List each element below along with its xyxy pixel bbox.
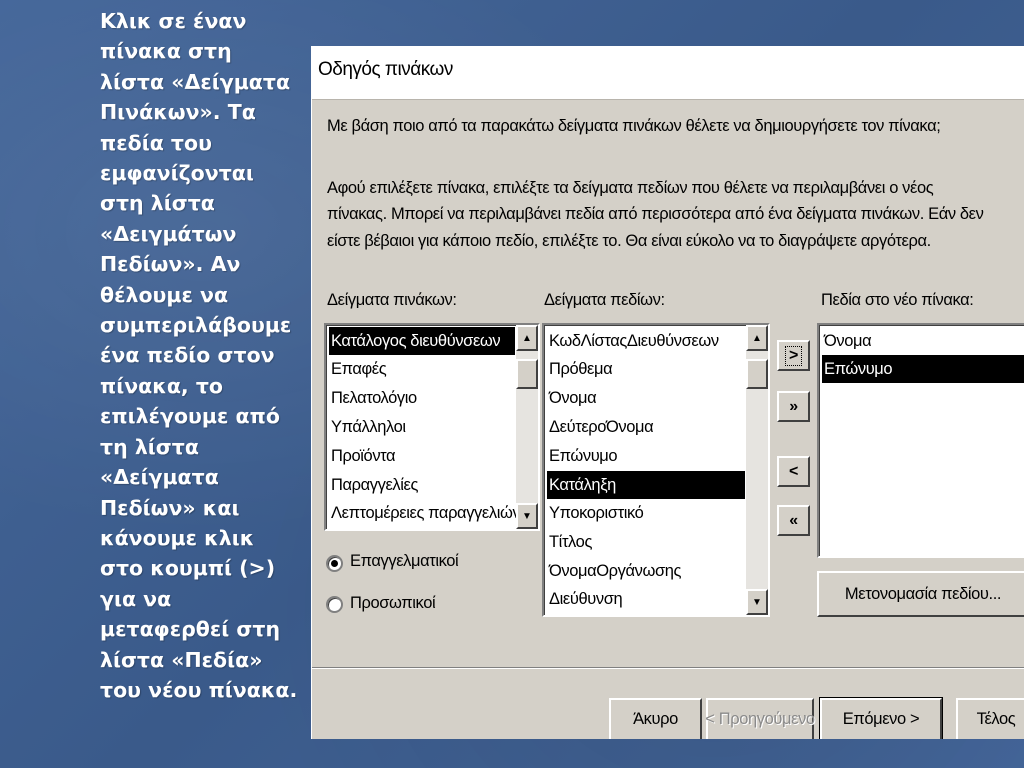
new-table-fields-label: Πεδία στο νέο πίνακα: bbox=[821, 291, 974, 309]
personal-radio-label[interactable]: Προσωπικοί bbox=[350, 594, 436, 613]
list-item[interactable]: Επαφές bbox=[329, 355, 387, 383]
scroll-thumb[interactable] bbox=[746, 359, 768, 389]
scroll-down-icon[interactable]: ▼ bbox=[746, 589, 768, 615]
add-field-label: > bbox=[785, 345, 802, 366]
sample-tables-label: Δείγματα πινάκων: bbox=[327, 291, 457, 309]
scroll-up-icon[interactable]: ▲ bbox=[516, 325, 538, 351]
list-item[interactable]: Τίτλος bbox=[547, 528, 592, 556]
scroll-thumb[interactable] bbox=[516, 359, 538, 389]
list-item[interactable]: Όνομα bbox=[547, 384, 597, 412]
scroll-down-icon[interactable]: ▼ bbox=[516, 503, 538, 529]
list-item[interactable]: Υποκοριστικό bbox=[547, 499, 644, 527]
business-radio[interactable] bbox=[326, 555, 343, 572]
add-all-fields-button[interactable]: » bbox=[777, 391, 810, 422]
scroll-up-icon[interactable]: ▲ bbox=[746, 325, 768, 351]
sample-tables-scrollbar[interactable]: ▲ ▼ bbox=[516, 325, 538, 529]
list-item[interactable]: Κατάλογος διευθύνσεων bbox=[329, 327, 515, 355]
list-item[interactable]: Προϊόντα bbox=[329, 442, 396, 470]
list-item[interactable]: Κατάληξη bbox=[547, 471, 745, 499]
list-item[interactable]: ΔεύτεροΌνομα bbox=[547, 413, 654, 441]
list-item[interactable]: Επώνυμο bbox=[822, 355, 1024, 383]
table-wizard-dialog: Οδηγός πινάκων Με βάση ποιο από τα παρακ… bbox=[311, 46, 1024, 739]
rename-field-button[interactable]: Μετονομασία πεδίου... bbox=[817, 571, 1024, 617]
list-item[interactable]: Λεπτομέρειες παραγγελιών bbox=[329, 499, 521, 527]
list-item[interactable]: Παραγγελίες bbox=[329, 471, 418, 499]
dialog-title-bar: Οδηγός πινάκων bbox=[312, 47, 1024, 100]
instruction-line-3: είστε βέβαιοι για κάποιο πεδίο, επιλέξτε… bbox=[327, 232, 931, 250]
instruction-line-2: πίνακας. Μπορεί να περιλαμβάνει πεδία απ… bbox=[327, 205, 984, 223]
list-item[interactable]: ΌνομαΟργάνωσης bbox=[547, 557, 682, 585]
new-table-fields-list[interactable]: Όνομα Επώνυμο bbox=[817, 323, 1024, 558]
list-item[interactable]: Υπάλληλοι bbox=[329, 413, 406, 441]
dialog-title: Οδηγός πινάκων bbox=[318, 59, 453, 80]
instruction-line-1: Αφού επιλέξετε πίνακα, επιλέξτε τα δείγμ… bbox=[327, 179, 934, 197]
remove-field-button[interactable]: < bbox=[777, 456, 810, 487]
list-item[interactable]: Πρόθεμα bbox=[547, 355, 613, 383]
business-radio-label[interactable]: Επαγγελματικοί bbox=[350, 552, 459, 571]
sample-fields-scrollbar[interactable]: ▲ ▼ bbox=[746, 325, 768, 615]
list-item[interactable]: Διεύθυνση bbox=[547, 585, 623, 613]
remove-all-fields-button[interactable]: « bbox=[777, 505, 810, 536]
radio-selected-dot bbox=[331, 560, 338, 567]
sample-tables-list[interactable]: Κατάλογος διευθύνσεων Επαφές Πελατολόγιο… bbox=[324, 323, 540, 531]
slide-instruction-text: Κλικ σε έναν πίνακα στη λίστα «Δείγματα … bbox=[100, 9, 298, 702]
add-field-button[interactable]: > bbox=[777, 340, 810, 371]
sample-fields-list[interactable]: ΚωδΛίσταςΔιευθύνσεων Πρόθεμα Όνομα Δεύτε… bbox=[542, 323, 770, 617]
list-item[interactable]: ΚωδΛίσταςΔιευθύνσεων bbox=[547, 327, 719, 355]
list-item[interactable]: Επώνυμο bbox=[547, 442, 618, 470]
next-button[interactable]: Επόμενο > bbox=[819, 697, 943, 739]
back-button[interactable]: < Προηγούμενο bbox=[705, 698, 815, 739]
list-item[interactable]: Όνομα bbox=[822, 327, 872, 355]
list-item[interactable]: Πελατολόγιο bbox=[329, 384, 417, 412]
question-text: Με βάση ποιο από τα παρακάτω δείγματα πι… bbox=[327, 117, 941, 135]
personal-radio[interactable] bbox=[326, 596, 343, 613]
sample-fields-label: Δείγματα πεδίων: bbox=[544, 291, 665, 309]
cancel-button[interactable]: Άκυρο bbox=[609, 698, 702, 739]
finish-button[interactable]: Τέλος bbox=[956, 698, 1024, 739]
separator bbox=[312, 667, 1024, 669]
